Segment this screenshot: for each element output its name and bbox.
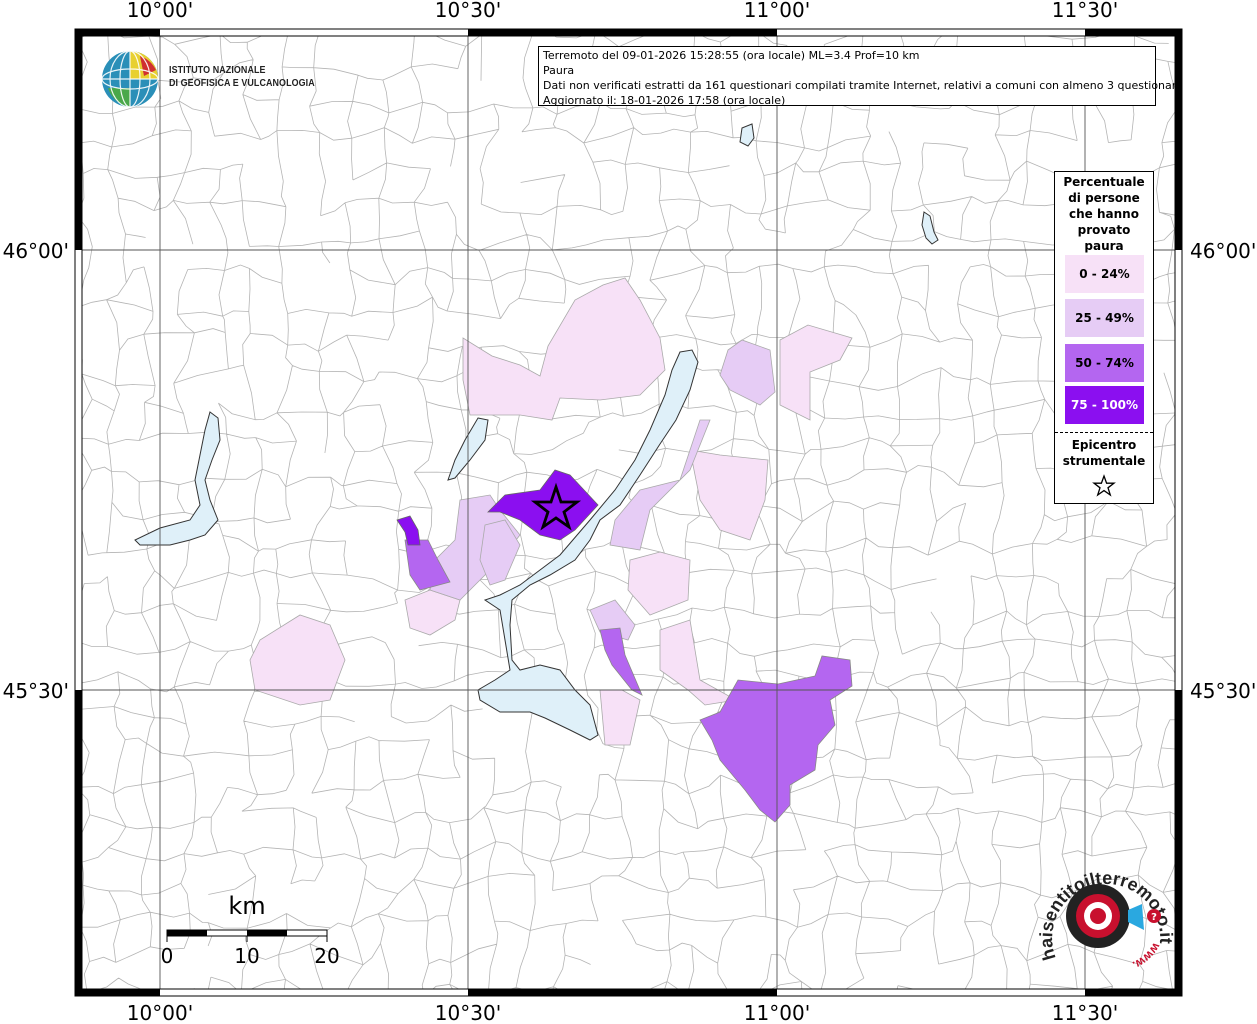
legend-title-line: provato — [1077, 223, 1131, 237]
event-info-box: Terremoto del 09-01-2026 15:28:55 (ora l… — [538, 46, 1183, 107]
epicenter-legend-line: strumentale — [1062, 454, 1146, 468]
lon-label-bottom-2: 10°30' — [435, 1001, 501, 1024]
ingv-logo: ISTITUTO NAZIONALE DI GEOFISICA E VULCAN… — [100, 48, 330, 110]
legend-label: 0 - 24% — [1079, 267, 1130, 281]
lon-label-bottom-3: 11°00' — [744, 1001, 810, 1024]
lon-label-top-3: 11°00' — [744, 0, 810, 22]
scale-tick-20: 20 — [314, 944, 339, 968]
legend-title: Percentuale di persone che hanno provato… — [1055, 174, 1153, 254]
legend-title-line: paura — [1084, 239, 1124, 253]
longitude-labels-bottom: 10°00' 10°30' 11°00' 11°30' — [127, 1001, 1118, 1024]
logo-line-1: ISTITUTO NAZIONALE — [169, 64, 266, 76]
legend: Percentuale di persone che hanno provato… — [1054, 171, 1154, 504]
updated-timestamp: Aggiornato il: 18-01-2026 17:58 (ora loc… — [543, 94, 786, 107]
scale-tick-0: 0 — [161, 944, 174, 968]
epicenter-legend-star-icon — [1092, 474, 1116, 497]
ingv-globe-icon — [101, 50, 159, 108]
legend-label: 50 - 74% — [1075, 356, 1134, 370]
legend-swatch-50-74: 50 - 74% — [1065, 344, 1144, 382]
event-line: Terremoto del 09-01-2026 15:28:55 (ora l… — [543, 49, 920, 62]
lon-label-bottom-1: 10°00' — [127, 1001, 193, 1024]
longitude-labels-top: 10°00' 10°30' 11°00' 11°30' — [127, 0, 1118, 22]
hsm-logo: haisentitoilterremoto.it www. ? — [1036, 868, 1176, 973]
legend-title-line: Percentuale — [1063, 175, 1145, 189]
lon-label-top-1: 10°00' — [127, 0, 193, 22]
scale-unit: km — [228, 892, 265, 920]
lat-label-right-1: 46°00' — [1190, 239, 1256, 263]
parameter-name: Paura — [543, 64, 575, 77]
lon-label-top-2: 10°30' — [435, 0, 501, 22]
legend-swatch-0-24: 0 - 24% — [1065, 255, 1144, 293]
svg-text:?: ? — [1151, 912, 1157, 923]
lat-label-left-2: 45°30' — [3, 679, 69, 703]
legend-divider — [1055, 432, 1153, 433]
scale-tick-10: 10 — [234, 944, 259, 968]
data-disclaimer: Dati non verificati estratti da 161 ques… — [543, 79, 1183, 92]
logo-line-2: DI GEOFISICA E VULCANOLOGIA — [169, 77, 315, 89]
legend-label: 25 - 49% — [1075, 311, 1134, 325]
legend-title-line: che hanno — [1069, 207, 1139, 221]
hsm-www-text: www. — [1130, 940, 1164, 973]
legend-swatch-75-100: 75 - 100% — [1065, 386, 1144, 424]
legend-label: 75 - 100% — [1070, 398, 1139, 412]
epicenter-legend-line: Epicentro — [1071, 438, 1137, 452]
lat-label-right-2: 45°30' — [1190, 679, 1256, 703]
epicenter-legend-title: Epicentro strumentale — [1055, 437, 1153, 469]
lat-label-left-1: 46°00' — [3, 239, 69, 263]
legend-title-line: di persone — [1068, 191, 1140, 205]
lon-label-top-4: 11°30' — [1052, 0, 1118, 22]
lon-label-bottom-4: 11°30' — [1052, 1001, 1118, 1024]
legend-swatch-25-49: 25 - 49% — [1065, 299, 1144, 337]
